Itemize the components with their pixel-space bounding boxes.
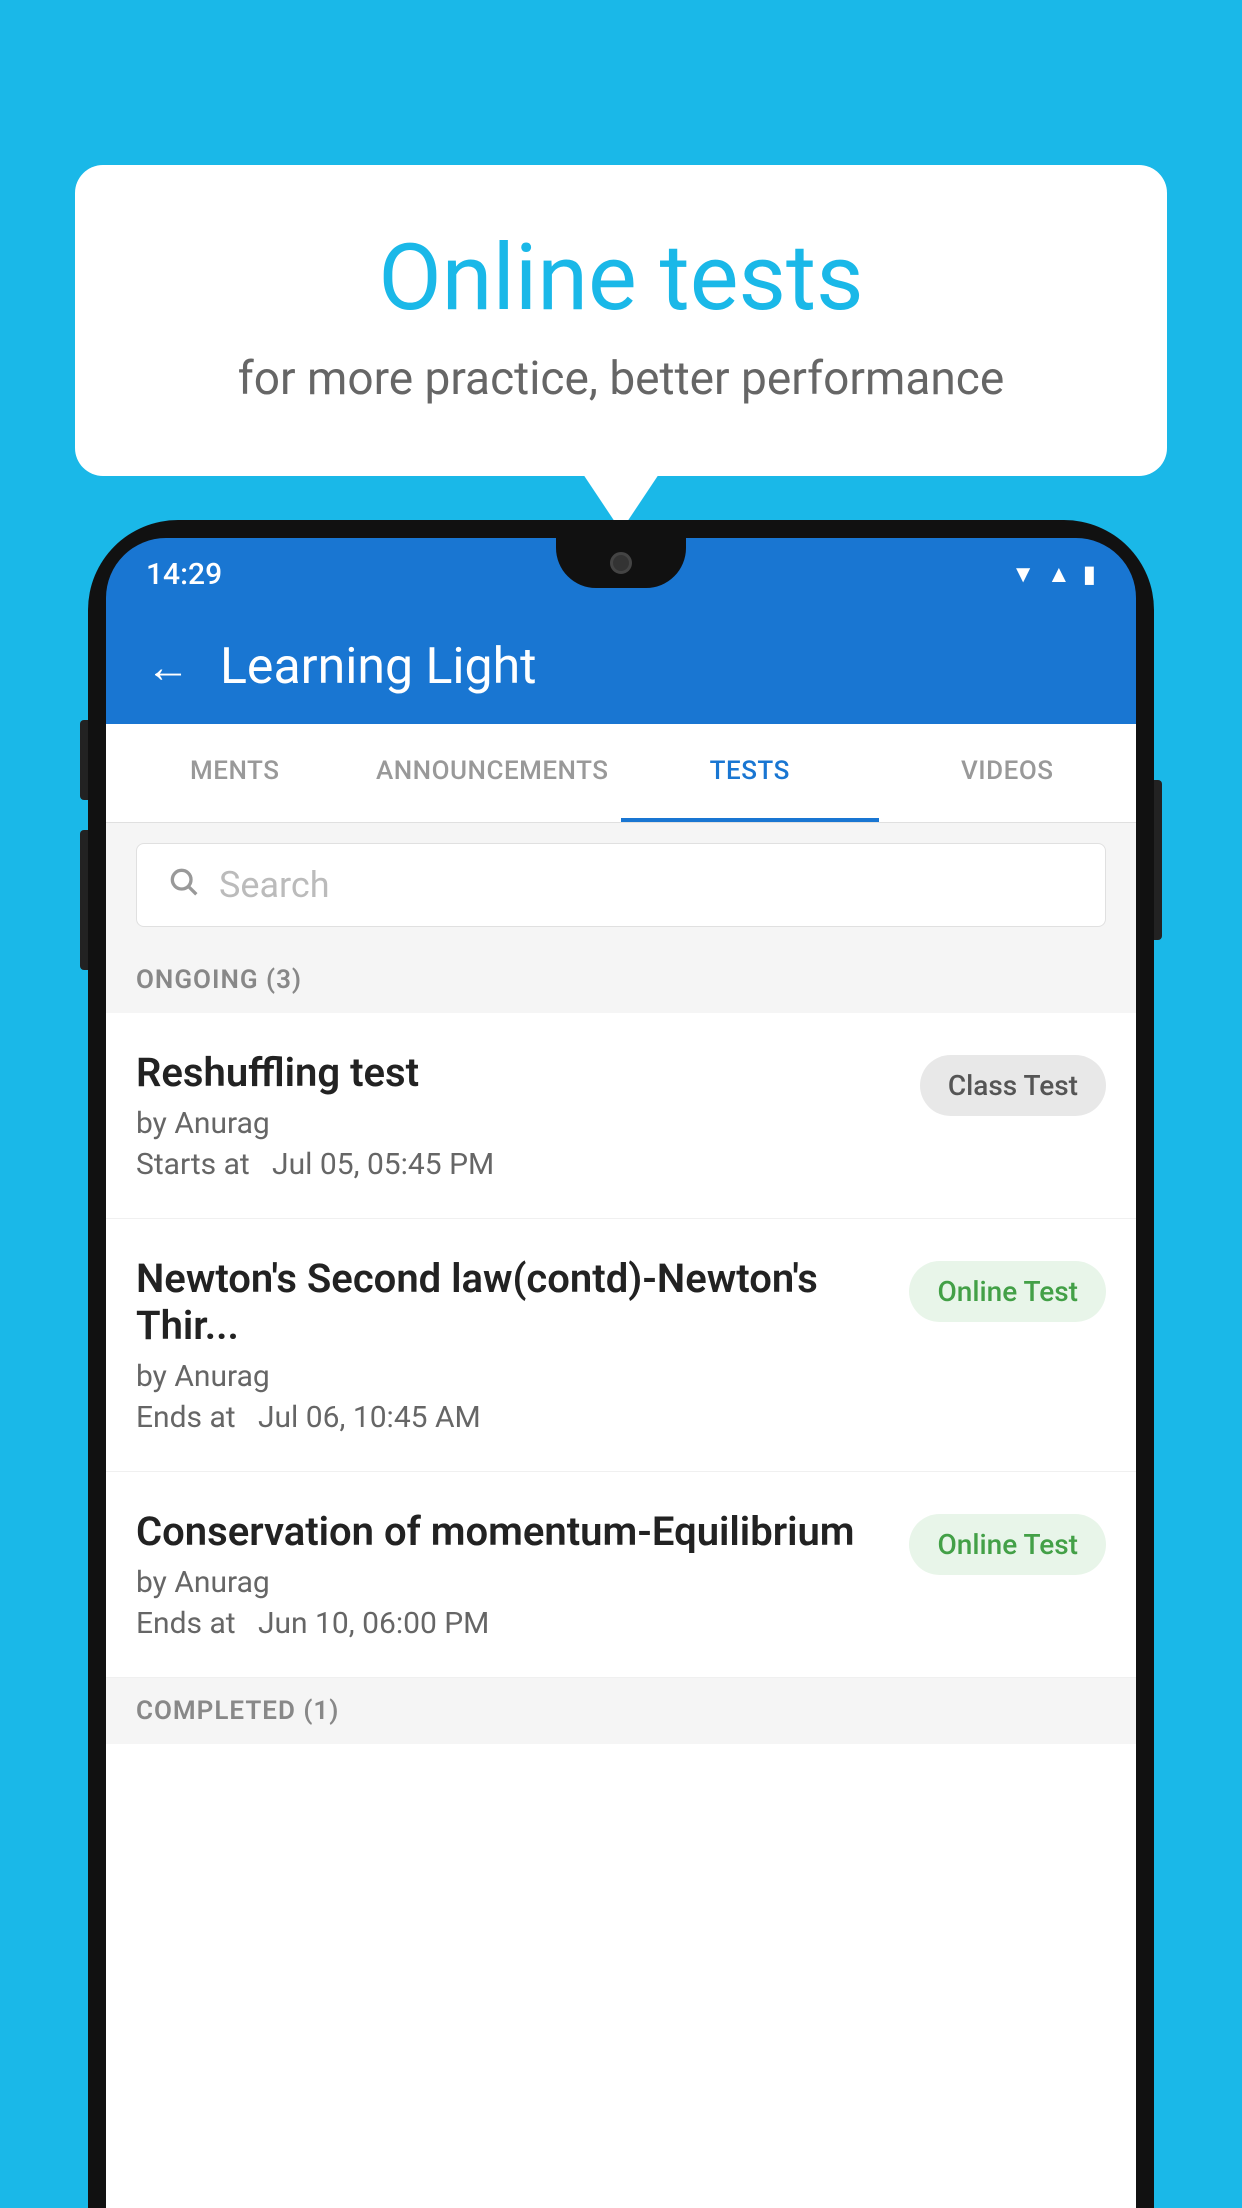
test-list: Reshuffling test by Anurag Starts at Jul… bbox=[106, 1013, 1136, 2208]
test-item-info: Newton's Second law(contd)-Newton's Thir… bbox=[136, 1255, 889, 1435]
test-time: Ends at Jun 10, 06:00 PM bbox=[136, 1606, 889, 1641]
speech-bubble-title: Online tests bbox=[155, 225, 1087, 332]
tab-tests[interactable]: TESTS bbox=[621, 724, 879, 822]
phone-vol-up bbox=[80, 720, 88, 800]
speech-bubble: Online tests for more practice, better p… bbox=[75, 165, 1167, 476]
wifi-icon: ▼ bbox=[1011, 560, 1035, 589]
tab-announcements[interactable]: ANNOUNCEMENTS bbox=[364, 724, 622, 822]
battery-icon: ▮ bbox=[1083, 560, 1096, 588]
test-item[interactable]: Reshuffling test by Anurag Starts at Jul… bbox=[106, 1013, 1136, 1219]
app-header: ← Learning Light bbox=[106, 610, 1136, 724]
test-author: by Anurag bbox=[136, 1565, 889, 1600]
ongoing-section-header: ONGOING (3) bbox=[106, 947, 1136, 1013]
app-title: Learning Light bbox=[220, 638, 537, 696]
test-badge-class: Class Test bbox=[920, 1055, 1106, 1116]
status-icons: ▼ ▲ ▮ bbox=[1011, 560, 1096, 589]
test-name: Newton's Second law(contd)-Newton's Thir… bbox=[136, 1255, 889, 1349]
app-screen: ← Learning Light MENTS ANNOUNCEMENTS TES… bbox=[106, 610, 1136, 2208]
search-container: Search bbox=[106, 823, 1136, 947]
front-camera bbox=[610, 552, 632, 574]
test-author: by Anurag bbox=[136, 1106, 900, 1141]
test-item-info: Reshuffling test by Anurag Starts at Jul… bbox=[136, 1049, 900, 1182]
completed-section-header: COMPLETED (1) bbox=[106, 1678, 1136, 1744]
test-time: Starts at Jul 05, 05:45 PM bbox=[136, 1147, 900, 1182]
speech-bubble-subtitle: for more practice, better performance bbox=[155, 352, 1087, 406]
phone-notch bbox=[556, 538, 686, 588]
test-item[interactable]: Conservation of momentum-Equilibrium by … bbox=[106, 1472, 1136, 1678]
phone-vol-down bbox=[80, 830, 88, 970]
test-item-info: Conservation of momentum-Equilibrium by … bbox=[136, 1508, 889, 1641]
search-icon bbox=[167, 864, 199, 906]
search-input[interactable]: Search bbox=[219, 864, 330, 906]
test-item[interactable]: Newton's Second law(contd)-Newton's Thir… bbox=[106, 1219, 1136, 1472]
back-button[interactable]: ← bbox=[146, 641, 190, 693]
test-author: by Anurag bbox=[136, 1359, 889, 1394]
phone-frame: 14:29 ▼ ▲ ▮ ← Learning Light MENTS ANNOU… bbox=[88, 520, 1154, 2208]
test-time: Ends at Jul 06, 10:45 AM bbox=[136, 1400, 889, 1435]
test-name: Conservation of momentum-Equilibrium bbox=[136, 1508, 889, 1555]
test-badge-online: Online Test bbox=[909, 1261, 1106, 1322]
tab-videos[interactable]: VIDEOS bbox=[879, 724, 1137, 822]
tabs-bar: MENTS ANNOUNCEMENTS TESTS VIDEOS bbox=[106, 724, 1136, 823]
signal-icon: ▲ bbox=[1047, 560, 1071, 589]
phone-time: 14:29 bbox=[146, 557, 222, 592]
status-bar: 14:29 ▼ ▲ ▮ bbox=[106, 538, 1136, 610]
search-bar[interactable]: Search bbox=[136, 843, 1106, 927]
tab-ments[interactable]: MENTS bbox=[106, 724, 364, 822]
phone-power bbox=[1154, 780, 1162, 940]
test-name: Reshuffling test bbox=[136, 1049, 900, 1096]
test-badge-online: Online Test bbox=[909, 1514, 1106, 1575]
